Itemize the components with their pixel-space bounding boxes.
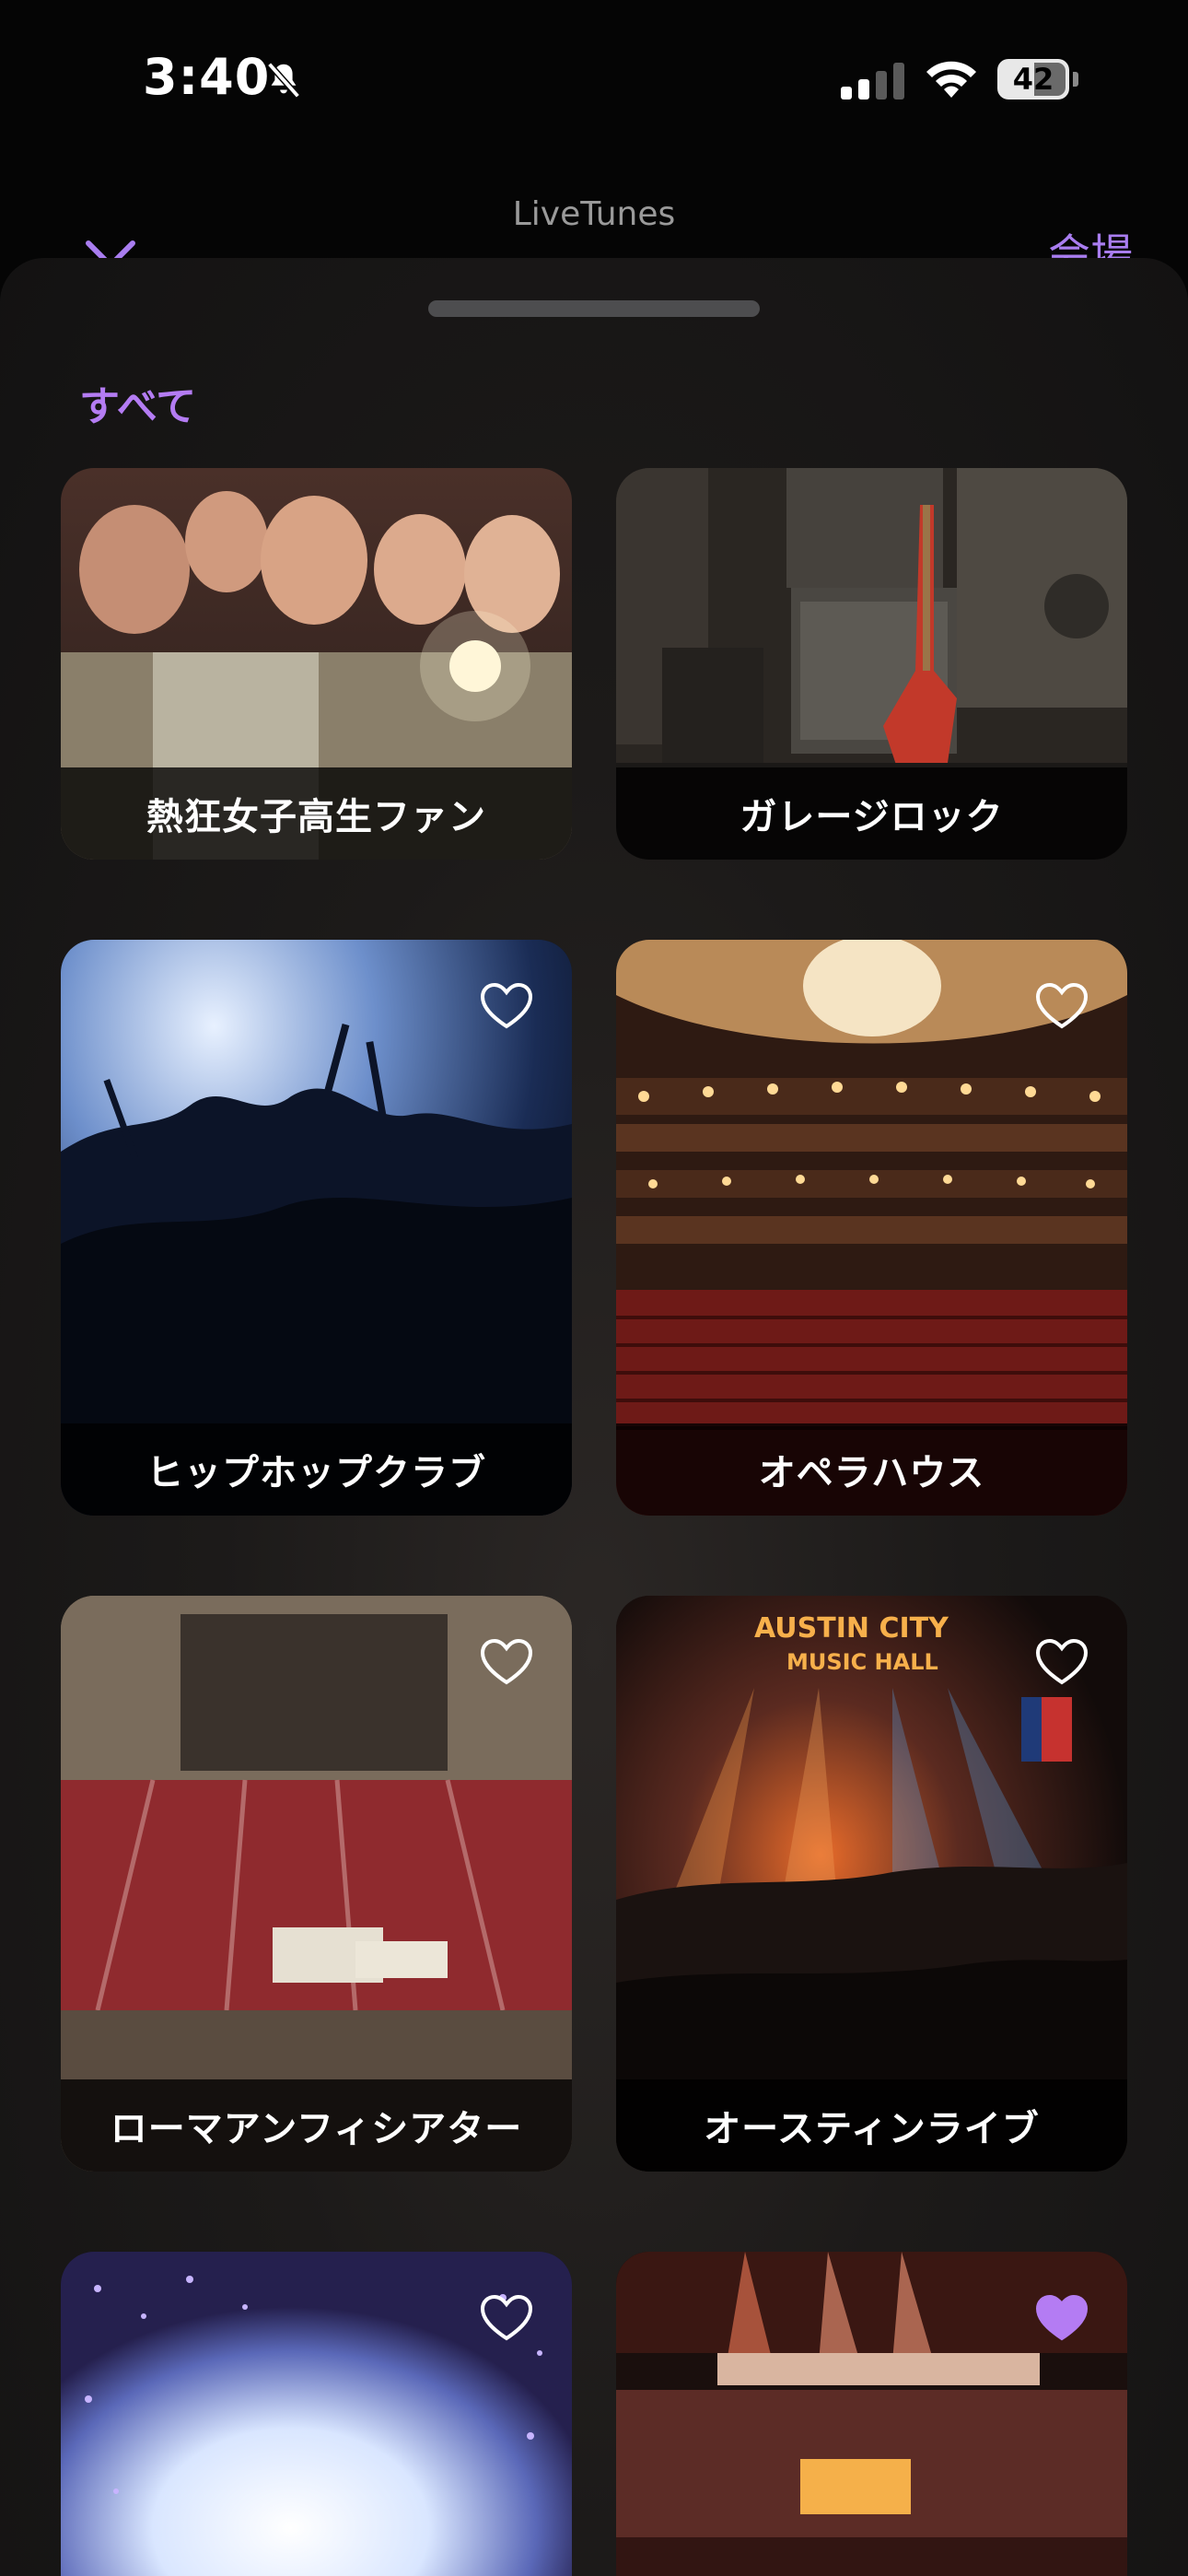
status-time: 3:40 [143, 48, 271, 106]
venue-label-bar: オースティンライブ [616, 2079, 1127, 2172]
battery-level: 42 [1012, 62, 1054, 97]
bell-slash-icon [267, 62, 300, 99]
venue-label: オペラハウス [758, 1452, 985, 1494]
venue-card-confetti-concert[interactable] [61, 2252, 572, 2576]
venue-label: オースティンライブ [704, 2108, 1040, 2150]
venue-label: ガレージロック [740, 796, 1004, 838]
venue-card-hiphop-club[interactable]: ヒップホップクラブ [61, 940, 572, 1516]
favorite-heart-icon[interactable] [1035, 1638, 1089, 1686]
venue-card-arena-stage[interactable] [616, 2252, 1127, 2576]
venue-card-roman-amphitheater[interactable]: ローマアンフィシアター [61, 1596, 572, 2172]
venue-label-bar: ヒップホップクラブ [61, 1423, 572, 1516]
cellular-signal-icon [841, 63, 904, 100]
venue-label-bar: オペラハウス [616, 1423, 1127, 1516]
venue-card-garage-rock[interactable]: ガレージロック [616, 468, 1127, 860]
venue-label: ローマアンフィシアター [110, 2108, 523, 2150]
favorite-heart-icon[interactable] [480, 2294, 533, 2342]
sheet-grabber[interactable] [428, 300, 760, 317]
venue-card-opera-house[interactable]: オペラハウス [616, 940, 1127, 1516]
venue-card-austin-live[interactable]: AUSTIN CITY MUSIC HALL オースティンライブ [616, 1596, 1127, 2172]
favorite-heart-icon[interactable] [480, 982, 533, 1030]
wifi-icon [926, 61, 976, 98]
favorite-heart-filled-icon[interactable] [1035, 2294, 1089, 2342]
venue-sign-line-1: AUSTIN CITY [754, 1612, 949, 1645]
venue-label: ヒップホップクラブ [146, 1452, 486, 1494]
battery-indicator: 42 [997, 59, 1080, 100]
favorite-heart-icon[interactable] [1035, 982, 1089, 1030]
venue-label: 熱狂女子高生ファン [146, 796, 486, 838]
venue-picker-sheet: すべて 熱狂女子高生ファン ガレージロック ヒップホップクラブ オペラハウス ロ… [0, 258, 1188, 2576]
nav-app-name: LiveTunes [512, 195, 676, 233]
status-bar: 3:40 42 [0, 0, 1188, 157]
venue-card-fangirls[interactable]: 熱狂女子高生ファン [61, 468, 572, 860]
venue-label-bar: ローマアンフィシアター [61, 2079, 572, 2172]
venue-label-bar: 熱狂女子高生ファン [61, 767, 572, 860]
venue-sign-line-2: MUSIC HALL [786, 1649, 938, 1675]
favorite-heart-icon[interactable] [480, 1638, 533, 1686]
venue-label-bar: ガレージロック [616, 767, 1127, 860]
section-title-all: すべて [79, 383, 197, 430]
